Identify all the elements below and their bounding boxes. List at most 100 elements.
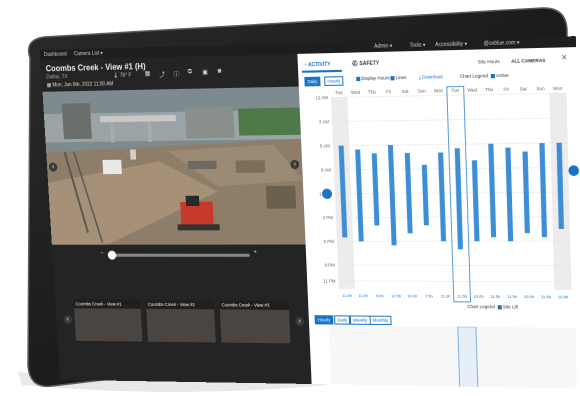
x-tick-label: Tue xyxy=(335,90,343,96)
chart-gridline xyxy=(331,93,567,97)
nav-dashboard[interactable]: Dashboard xyxy=(44,51,67,58)
bar-duration-label: 12.5h xyxy=(457,293,467,298)
activity-bar xyxy=(471,160,480,242)
bottom-seg-monthly[interactable]: Monthly xyxy=(369,315,392,326)
x-tick-label: Tue xyxy=(451,87,460,93)
thumbnail-label: Coombs Creek - View #1 xyxy=(73,299,143,309)
thumbnail-view-3[interactable]: Coombs Creek - View #3 xyxy=(219,300,291,344)
bottom-legend-value: Site Lift xyxy=(502,304,519,310)
x-tick-label: Mon xyxy=(434,88,444,94)
filter-site-hours[interactable]: Site Hours xyxy=(478,59,500,65)
display-lines-toggle[interactable]: Lines xyxy=(390,75,407,81)
share-icon[interactable]: ⤴ xyxy=(159,70,165,79)
timeline-slider[interactable] xyxy=(107,250,250,260)
y-tick-label: 3 PM xyxy=(323,215,334,220)
bottom-chart-selection xyxy=(458,327,478,389)
chart-gridline xyxy=(334,167,568,169)
user-email[interactable]: @oxblue.com ▾ xyxy=(483,40,519,47)
timeline-slider-handle[interactable] xyxy=(107,250,117,260)
safety-icon: ⛑ xyxy=(351,60,360,68)
x-tick-label: Sun xyxy=(418,88,427,94)
bottom-chart-background xyxy=(328,325,578,389)
x-tick-label: Fri xyxy=(503,86,509,92)
thumbnails-next-arrow[interactable]: › xyxy=(295,317,305,327)
nav-tools[interactable]: Tools ▾ xyxy=(409,42,425,49)
time-lapse-icon[interactable]: ▣ xyxy=(202,69,208,76)
thermometer-icon: 🌡 xyxy=(112,72,119,80)
previous-image-arrow[interactable]: ‹ xyxy=(48,162,58,172)
display-hours-label: Display Hours xyxy=(361,75,390,82)
display-hours-toggle[interactable]: Display Hours xyxy=(356,75,390,82)
thumbnail-view-1[interactable]: Coombs Creek - View #1 xyxy=(73,299,143,342)
activity-bar xyxy=(387,145,397,246)
calendar-tool-icon[interactable]: ▦ xyxy=(145,70,151,77)
chart-gridline xyxy=(333,143,568,146)
bar-duration-label: 11.0h xyxy=(440,293,450,298)
checkbox-icon xyxy=(390,75,395,81)
x-tick-label: Wed xyxy=(351,89,361,95)
download-button[interactable]: ⤓ Download xyxy=(419,74,443,80)
info-icon[interactable]: ⓘ xyxy=(173,69,179,78)
bar-duration-label: 7.5h xyxy=(425,293,433,298)
bar-duration-label: 10.0h xyxy=(407,293,417,298)
x-tick-label: Thu xyxy=(368,89,377,95)
bar-duration-label: 11.0h xyxy=(342,293,352,298)
chart-legend-label: Chart Legend xyxy=(459,72,489,79)
activity-bar xyxy=(421,164,429,226)
x-tick-label: Wed xyxy=(467,87,477,93)
camera-image[interactable]: ‹ › xyxy=(42,86,306,245)
chart-gridline xyxy=(332,118,567,122)
nav-admin[interactable]: Admin ▾ xyxy=(374,43,393,50)
thumbnails-prev-arrow[interactable]: ‹ xyxy=(63,315,73,325)
activity-chart: 12 AM3 AM6 AM9 AM12 PM3 PM6 PM9 PM11 PMT… xyxy=(315,80,580,315)
active-tab-indicator xyxy=(302,69,342,73)
bar-duration-label: 11.5h xyxy=(541,294,551,299)
next-image-arrow[interactable]: › xyxy=(290,159,300,170)
legend-swatch xyxy=(497,305,502,310)
nav-camera-list[interactable]: Camera List ▾ xyxy=(74,50,103,57)
bottom-activity-chart xyxy=(328,325,578,389)
y-tick-label: 3 AM xyxy=(319,119,330,125)
bottom-seg-weekly[interactable]: Weekly xyxy=(349,315,371,325)
activity-bar xyxy=(539,143,548,238)
bar-duration-label: 10.0h xyxy=(474,293,484,298)
zoom-in-icon[interactable]: + xyxy=(253,250,257,256)
nav-accessibility[interactable]: Accessibility ▾ xyxy=(435,41,467,48)
zoom-out-icon[interactable]: − xyxy=(100,251,104,257)
bar-duration-label: 11.5h xyxy=(359,293,369,298)
temperature-value: 76° F xyxy=(119,72,132,79)
bottom-seg-hourly[interactable]: Hourly xyxy=(314,315,334,325)
thumbnail-label: Coombs Creek - View #2 xyxy=(145,299,216,310)
bar-duration-label: 12.5h xyxy=(391,293,401,298)
camera-icon[interactable]: ◙ xyxy=(218,68,222,74)
y-tick-label: 11 PM xyxy=(323,278,336,283)
legend-swatch xyxy=(490,73,495,79)
compare-icon[interactable]: ⧉ xyxy=(188,69,193,76)
y-tick-label: 6 PM xyxy=(324,239,335,244)
close-icon[interactable]: × xyxy=(561,52,567,63)
thumbnail-view-2[interactable]: Coombs Creek - View #2 xyxy=(145,299,216,343)
chart-gridline xyxy=(336,217,570,218)
bottom-seg-daily[interactable]: Daily xyxy=(334,315,351,325)
bar-duration-label: 10.5h xyxy=(558,294,568,299)
download-label: Download xyxy=(422,73,443,80)
camera-datetime[interactable]: ▦ Mon, Jan 6th, 2022 11:00 AM xyxy=(47,81,114,89)
chart-gridline xyxy=(339,281,572,282)
x-tick-label: Sat xyxy=(402,88,410,94)
construction-site-photo xyxy=(42,86,306,245)
tab-safety-label: SAFETY xyxy=(359,60,380,68)
camera-viewer-panel: Coombs Creek - View #1 (H) Dallas, TX ▦ … xyxy=(40,53,312,385)
x-tick-label: Sun xyxy=(536,86,545,92)
x-tick-label: Fri xyxy=(386,89,392,95)
camera-thumbnail-strip: Coombs Creek - View #1 Coombs Creek - Vi… xyxy=(73,299,292,344)
tab-activity[interactable]: ◔ ACTIVITY xyxy=(304,62,331,69)
chart-next-arrow[interactable] xyxy=(568,165,580,177)
filter-all-cameras[interactable]: ALL CAMERAS xyxy=(511,58,545,64)
bottom-legend-site-lift: Site Lift xyxy=(497,304,519,310)
tablet-device: Dashboard Camera List ▾ Admin ▾ Tools ▾ … xyxy=(0,0,580,396)
bar-duration-label: 10.0h xyxy=(524,294,534,299)
tab-safety[interactable]: ⛑ SAFETY xyxy=(352,60,380,67)
y-tick-label: 9 AM xyxy=(321,167,332,172)
activity-bar xyxy=(488,143,497,238)
tab-activity-label: ACTIVITY xyxy=(307,61,331,69)
